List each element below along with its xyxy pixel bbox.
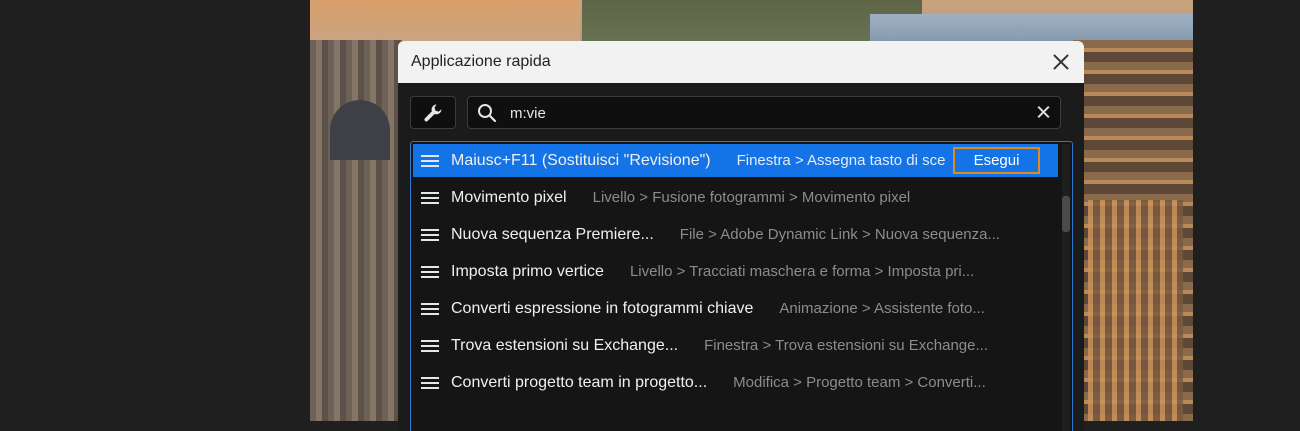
menu-icon <box>421 337 439 355</box>
list-item-command: Movimento pixel <box>451 188 567 206</box>
list-item-path: File > Adobe Dynamic Link > Nuova sequen… <box>679 226 1000 243</box>
list-item-command: Nuova sequenza Premiere... <box>451 225 654 243</box>
list-item[interactable]: Converti espressione in fotogrammi chiav… <box>413 292 1058 325</box>
list-item[interactable]: Imposta primo vertice Livello > Tracciat… <box>413 255 1058 288</box>
menu-icon <box>421 189 439 207</box>
menu-icon <box>421 263 439 281</box>
menu-icon <box>421 226 439 244</box>
list-item[interactable]: Trova estensioni su Exchange... Finestra… <box>413 329 1058 362</box>
search-input[interactable] <box>508 102 1012 124</box>
list-item[interactable]: Movimento pixel Livello > Fusione fotogr… <box>413 181 1058 214</box>
list-item[interactable]: Maiusc+F11 (Sostituisci "Revisione") Fin… <box>413 144 1058 177</box>
menu-icon <box>421 152 439 170</box>
search-icon <box>478 104 497 123</box>
list-item-path: Modifica > Progetto team > Converti... <box>733 374 986 391</box>
run-button[interactable]: Esegui <box>953 147 1040 174</box>
quick-apply-dialog: Applicazione rapida Maiusc+F11 (Sostitui… <box>398 41 1084 431</box>
close-icon[interactable] <box>1049 50 1073 74</box>
dialog-titlebar: Applicazione rapida <box>398 41 1084 83</box>
dialog-title: Applicazione rapida <box>411 53 551 70</box>
results-list: Maiusc+F11 (Sostituisci "Revisione") Fin… <box>410 141 1073 431</box>
list-item-path: Animazione > Assistente foto... <box>779 300 985 317</box>
clear-icon[interactable] <box>1035 104 1052 121</box>
list-item-command: Imposta primo vertice <box>451 262 604 280</box>
menu-icon <box>421 374 439 392</box>
list-item-command: Trova estensioni su Exchange... <box>451 336 679 354</box>
wrench-icon <box>424 104 442 121</box>
list-item[interactable]: Converti progetto team in progetto... Mo… <box>413 366 1058 399</box>
list-item-path: Finestra > Trova estensioni su Exchange.… <box>704 337 988 354</box>
list-item-command: Converti progetto team in progetto... <box>451 373 708 391</box>
scrollbar[interactable] <box>1062 144 1070 431</box>
menu-icon <box>421 300 439 318</box>
list-item-command: Converti espressione in fotogrammi chiav… <box>451 299 754 317</box>
list-item-path: Livello > Tracciati maschera e forma > I… <box>629 263 975 280</box>
list-item-path: Livello > Fusione fotogrammi > Movimento… <box>592 189 911 206</box>
scrollbar-thumb[interactable] <box>1062 196 1070 232</box>
list-item[interactable]: Nuova sequenza Premiere... File > Adobe … <box>413 218 1058 251</box>
search-field <box>467 96 1061 129</box>
list-item-command: Maiusc+F11 (Sostituisci "Revisione") <box>451 151 711 169</box>
wrench-button[interactable] <box>410 96 456 129</box>
